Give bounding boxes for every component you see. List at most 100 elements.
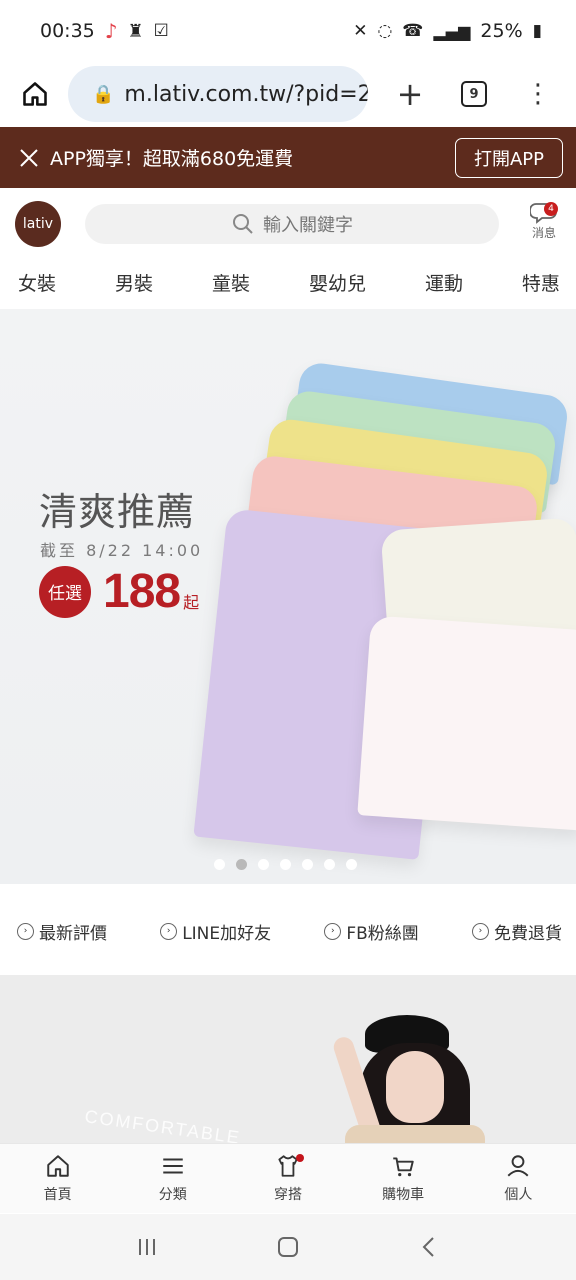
nav-outfits[interactable]: 穿搭 [253, 1153, 323, 1204]
address-bar[interactable]: 🔒 m.lativ.com.tw/?pid=2 [68, 66, 368, 122]
banner-text: APP獨享！超取滿680免運費 [50, 148, 294, 170]
model-body-shape [345, 1125, 485, 1143]
cart-icon [393, 1157, 414, 1177]
carousel-dot[interactable] [324, 859, 335, 870]
carousel-dot[interactable] [280, 859, 291, 870]
search-input[interactable]: 輸入關鍵字 [85, 204, 499, 244]
category-nav: 女裝 男裝 童裝 嬰幼兒 運動 特惠 [0, 258, 576, 306]
banner-close-button[interactable] [16, 145, 42, 171]
messages-label: 消息 [531, 226, 556, 240]
call-icon: ☎ [402, 21, 424, 41]
recent-apps-icon [138, 1239, 155, 1255]
status-left: 00:35 ♪ ♜ ☑ [40, 19, 169, 43]
shield-icon: ♜ [127, 20, 144, 42]
status-right: ✕ ◌ ☎ ▂▄▆ 25% ▮ [353, 20, 542, 42]
quick-link-label: 免費退貨 [493, 923, 562, 944]
system-navigation-bar [0, 1214, 576, 1280]
mute-icon: ✕ [353, 21, 368, 41]
signal-icon: ▂▄▆ [433, 21, 471, 41]
quick-link-returns[interactable]: › 免費退貨 [471, 919, 562, 944]
carousel-dot[interactable] [302, 859, 313, 870]
lativ-logo[interactable]: lativ [15, 201, 61, 247]
chevron-right-icon: › [471, 922, 489, 940]
quick-link-facebook[interactable]: › FB粉絲團 [324, 919, 419, 944]
notification-dot [295, 1154, 304, 1162]
featured-outfit-banner[interactable]: COMFORTABLE [0, 975, 576, 1143]
category-men[interactable]: 男裝 [115, 269, 153, 296]
category-baby[interactable]: 嬰幼兒 [309, 269, 366, 296]
nav-profile[interactable]: 個人 [483, 1153, 553, 1204]
promo-price-suffix: 起 [183, 592, 200, 612]
pink-print-shirt-image [357, 615, 576, 831]
lock-icon: 🔒 [92, 83, 115, 105]
nav-outfits-label: 穿搭 [273, 1187, 302, 1203]
quick-link-label: FB粉絲團 [346, 923, 419, 944]
promo-price-number: 188 [103, 565, 181, 618]
nav-home[interactable]: 首頁 [23, 1153, 93, 1204]
promo-price: 任選 188 起 [39, 564, 199, 619]
model-face-shape [386, 1051, 444, 1123]
back-icon [422, 1237, 435, 1257]
category-sale[interactable]: 特惠 [522, 269, 560, 296]
category-sports[interactable]: 運動 [425, 269, 463, 296]
status-bar: 00:35 ♪ ♜ ☑ ✕ ◌ ☎ ▂▄▆ 25% ▮ [0, 0, 576, 62]
quick-link-label: LINE加好友 [182, 923, 272, 944]
nav-categories[interactable]: 分類 [138, 1153, 208, 1204]
home-icon [46, 1155, 69, 1177]
open-app-button[interactable]: 打開APP [455, 137, 563, 178]
search-icon [233, 214, 253, 234]
quick-link-label: 最新評價 [39, 923, 107, 944]
quick-link-line[interactable]: › LINE加好友 [160, 919, 271, 944]
chevron-right-icon: › [160, 922, 178, 940]
nav-profile-label: 個人 [504, 1187, 533, 1203]
promo-badge: 任選 [39, 565, 91, 618]
browser-toolbar: 🔒 m.lativ.com.tw/?pid=2 + 9 ⋮ [0, 62, 576, 126]
site-header: lativ 輸入關鍵字 4 消息 [0, 190, 576, 258]
home-system-button[interactable] [268, 1227, 308, 1267]
nav-cart-label: 購物車 [382, 1187, 425, 1203]
tabs-count: 9 [461, 81, 487, 107]
chevron-right-icon: › [324, 922, 342, 940]
search-placeholder: 輸入關鍵字 [263, 215, 353, 236]
browser-home-button[interactable] [10, 69, 60, 119]
category-women[interactable]: 女裝 [18, 269, 56, 296]
chevron-right-icon: › [17, 922, 34, 940]
hero-banner[interactable]: 清爽推薦 截至 8/22 14:00 任選 188 起 [0, 309, 576, 884]
bottom-navigation: 首頁 分類 穿搭 購物車 個人 [0, 1143, 576, 1213]
close-icon [20, 148, 38, 167]
check-square-icon: ☑ [153, 21, 169, 41]
quick-link-reviews[interactable]: › 最新評價 [17, 919, 107, 944]
carousel-dot[interactable] [258, 859, 269, 870]
carousel-dot[interactable] [214, 859, 225, 870]
browser-menu-button[interactable]: ⋮ [516, 72, 560, 116]
new-tab-button[interactable]: + [388, 72, 432, 116]
status-time: 00:35 [40, 20, 95, 42]
home-icon [23, 82, 47, 106]
carousel-dot[interactable] [346, 859, 357, 870]
recent-apps-button[interactable] [127, 1227, 167, 1267]
plus-icon: + [396, 75, 424, 113]
system-home-icon [277, 1237, 298, 1257]
app-download-banner: APP獨享！超取滿680免運費 打開APP [0, 127, 576, 188]
menu-icon [163, 1158, 183, 1174]
quick-links: › 最新評價 › LINE加好友 › FB粉絲團 › 免費退貨 [0, 905, 576, 957]
battery-level: 25% [480, 20, 523, 42]
battery-icon: ▮ [532, 21, 542, 41]
carousel-dot[interactable] [236, 859, 247, 870]
carousel-indicators [214, 859, 357, 870]
nav-categories-label: 分類 [158, 1187, 187, 1203]
wifi-icon: ◌ [377, 21, 393, 41]
category-kids[interactable]: 童裝 [212, 269, 250, 296]
url-text: m.lativ.com.tw/?pid=2 [124, 81, 368, 107]
tabs-button[interactable]: 9 [452, 72, 496, 116]
user-icon [507, 1155, 529, 1177]
back-button[interactable] [409, 1227, 449, 1267]
messages-badge: 4 [544, 202, 558, 216]
messages-button[interactable]: 4 消息 [516, 200, 572, 248]
comfortable-overlay-text: COMFORTABLE [83, 1106, 243, 1143]
promo-date: 截至 8/22 14:00 [40, 541, 204, 560]
nav-cart[interactable]: 購物車 [368, 1153, 438, 1204]
nav-home-label: 首頁 [43, 1187, 72, 1203]
promo-title: 清爽推薦 [39, 490, 196, 534]
more-vertical-icon: ⋮ [525, 79, 551, 109]
